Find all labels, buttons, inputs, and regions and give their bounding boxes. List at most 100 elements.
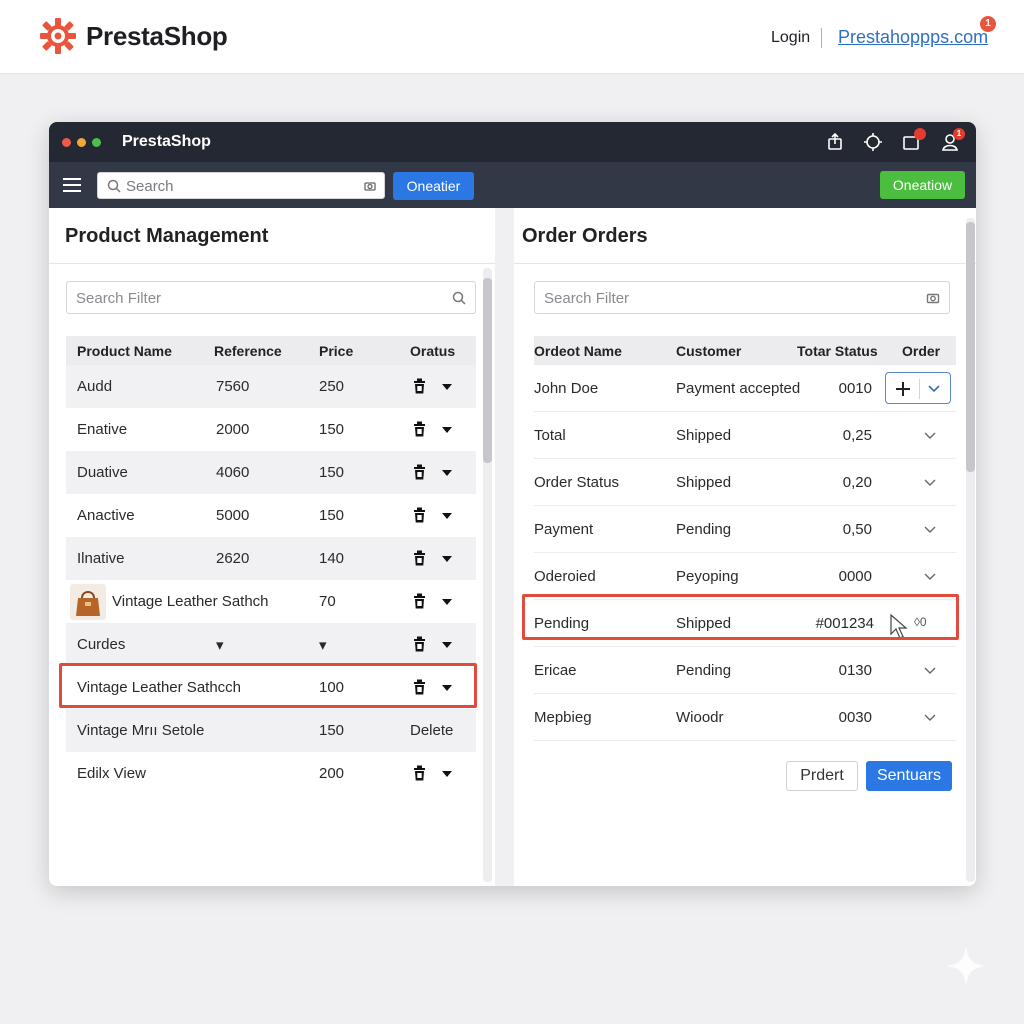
table-row[interactable]: Mepbieg Wioodr 0030 [534, 694, 956, 741]
highlight-box [59, 663, 477, 708]
primary-button[interactable]: Sentuars [866, 761, 952, 791]
toolbar-blue-button[interactable]: Oneatier [393, 172, 474, 200]
order-name: Total [534, 427, 566, 444]
order-scrollbar-thumb[interactable] [966, 222, 975, 472]
chevron-down-icon[interactable] [924, 573, 936, 581]
product-scrollbar-thumb[interactable] [483, 278, 492, 463]
product-filter-input[interactable] [76, 288, 436, 308]
title-bar: PrestaShop 1 [49, 122, 976, 162]
order-scrollbar[interactable] [966, 218, 975, 882]
search-icon[interactable] [452, 291, 466, 305]
chevron-down-icon[interactable] [928, 385, 940, 393]
table-row[interactable]: Ilnative 2620 140 [66, 537, 476, 580]
chevron-down-icon[interactable] [924, 714, 936, 722]
table-row[interactable]: Anactive 5000 150 [66, 494, 476, 537]
toolbar-green-button[interactable]: Oneatiow [880, 171, 965, 199]
window-maximize-dot[interactable] [92, 138, 101, 147]
order-total: 0030 [838, 709, 872, 726]
window-close-dot[interactable] [62, 138, 71, 147]
column-header[interactable]: Price [319, 343, 353, 359]
caret-down-icon[interactable] [442, 771, 452, 777]
prestashop-logo-icon [40, 18, 76, 54]
trash-icon[interactable] [413, 636, 426, 652]
caret-down-icon[interactable] [442, 556, 452, 562]
caret-down-icon[interactable] [442, 384, 452, 390]
chevron-down-icon[interactable] [924, 432, 936, 440]
caret-down-icon[interactable] [442, 642, 452, 648]
order-total: 0130 [838, 662, 872, 679]
secondary-button[interactable]: Prdert [786, 761, 858, 791]
order-name: Ericae [534, 662, 577, 679]
column-header[interactable]: Customer [676, 343, 741, 359]
table-row[interactable]: John Doe Payment accepted 0010 [534, 365, 956, 412]
order-filter[interactable] [534, 281, 950, 314]
table-row[interactable]: Total Shipped 0,25 [534, 412, 956, 459]
search-icon [107, 179, 121, 193]
order-filter-input[interactable] [544, 288, 904, 308]
chevron-down-icon[interactable] [924, 526, 936, 534]
product-name: Vintage Mrıı Setole [77, 722, 205, 739]
product-table: Product Name Reference Price Oratus Audd… [66, 336, 476, 795]
table-row[interactable]: Audd 7560 250 [66, 365, 476, 408]
table-row[interactable]: Curdes ▾ ▾ [66, 623, 476, 666]
trash-icon[interactable] [413, 507, 426, 523]
menu-icon[interactable] [63, 178, 81, 192]
order-name: Mepbieg [534, 709, 592, 726]
trash-icon[interactable] [413, 464, 426, 480]
product-price: 250 [319, 378, 345, 395]
column-header[interactable]: Product Name [77, 343, 172, 359]
product-name: Vintage Leather Sathch [112, 593, 269, 610]
brand[interactable]: PrestaShop [38, 16, 228, 56]
caret-down-icon[interactable] [442, 470, 452, 476]
camera-icon[interactable] [364, 180, 376, 192]
order-total: 0,50 [842, 521, 872, 538]
settings-icon[interactable] [863, 132, 883, 152]
table-row[interactable]: Vintage Mrıı Setole 150 Delete [66, 709, 476, 752]
table-row[interactable]: Order Status Shipped 0,20 [534, 459, 956, 506]
product-price: 150 [319, 421, 345, 438]
trash-icon[interactable] [413, 765, 426, 781]
add-order-control[interactable] [885, 372, 951, 404]
delete-link[interactable]: Delete [410, 722, 453, 739]
column-header[interactable]: Order [902, 343, 940, 359]
product-name: Audd [77, 378, 113, 395]
table-row[interactable]: Duative 4060 150 [66, 451, 476, 494]
trash-icon[interactable] [413, 550, 426, 566]
trash-icon[interactable] [413, 421, 426, 437]
camera-icon[interactable] [926, 291, 940, 305]
table-row[interactable]: Ericae Pending 0130 [534, 647, 956, 694]
chevron-down-icon[interactable] [924, 667, 936, 675]
panel-divider [514, 263, 976, 264]
table-row[interactable]: Oderoied Peyoping 0000 [534, 553, 956, 600]
chevron-down-icon[interactable] [924, 479, 936, 487]
order-status: Shipped [676, 427, 732, 444]
plus-icon[interactable] [896, 382, 910, 396]
trash-icon[interactable] [413, 593, 426, 609]
login-link[interactable]: Login [771, 29, 810, 47]
table-row[interactable]: Payment Pending 0,50 [534, 506, 956, 553]
table-row[interactable]: Vintage Leather Sathch 70 [66, 580, 476, 623]
share-icon[interactable] [825, 132, 845, 152]
order-status: Payment accepted [676, 380, 801, 397]
notification-badge[interactable]: 1 [980, 16, 996, 32]
global-search-input[interactable] [126, 176, 356, 196]
global-search[interactable] [97, 172, 385, 199]
trash-icon[interactable] [413, 378, 426, 394]
order-name: Payment [534, 521, 594, 538]
caret-down-icon[interactable] [442, 599, 452, 605]
product-reference: 5000 [216, 507, 250, 524]
window-minimize-dot[interactable] [77, 138, 86, 147]
column-header[interactable]: Ordeot Name [534, 343, 622, 359]
product-filter[interactable] [66, 281, 476, 314]
table-row[interactable]: Edilx View 200 [66, 752, 476, 795]
column-header[interactable]: Totar Status [797, 343, 878, 359]
product-scrollbar[interactable] [483, 268, 492, 882]
column-header[interactable]: Oratus [410, 343, 455, 359]
order-panel: Order Orders Ordeot Name Customer Totar … [514, 208, 976, 886]
caret-down-icon[interactable] [442, 513, 452, 519]
column-header[interactable]: Reference [214, 343, 282, 359]
site-link[interactable]: Prestahoppps.com [838, 27, 988, 48]
caret-down-icon[interactable] [442, 427, 452, 433]
table-row[interactable]: Enative 2000 150 [66, 408, 476, 451]
order-table: Ordeot Name Customer Totar Status Order … [534, 336, 956, 741]
